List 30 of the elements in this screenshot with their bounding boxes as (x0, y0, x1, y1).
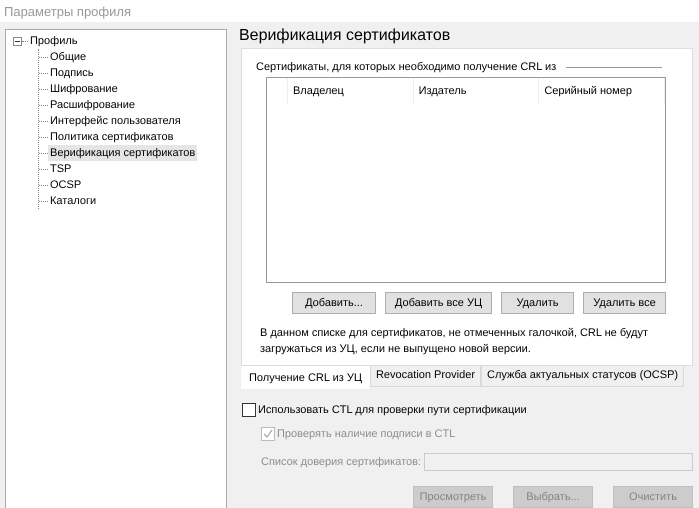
column-header[interactable]: Серийный номер (539, 78, 666, 104)
tree-item[interactable]: Профиль (28, 33, 80, 49)
checkbox[interactable] (242, 403, 256, 417)
tree-item[interactable]: Общие (48, 49, 88, 65)
window-title: Параметры профиля (4, 4, 131, 18)
action-button[interactable]: Добавить все УЦ (385, 292, 492, 314)
group-label: Сертификаты, для которых необходимо получение CRL из (256, 61, 556, 73)
field-label: Список доверия сертификатов: (261, 456, 422, 468)
action-button[interactable]: Удалить все (583, 292, 666, 314)
tree-item[interactable]: TSP (48, 161, 74, 177)
tab[interactable]: Служба актуальных статусов (OCSP) (481, 366, 684, 387)
note-text: В данном списке для сертификатов, не отмеченных галочкой, CRL не будут загружаться из УЦ, если не выпущено новой версии. (260, 326, 650, 357)
tab[interactable]: Получение CRL из УЦ (241, 366, 370, 389)
tree-item[interactable]: Каталоги (48, 193, 98, 209)
column-header[interactable]: Владелец (288, 78, 414, 104)
tree-item[interactable]: Политика сертификатов (48, 129, 176, 145)
page-heading: Верификация сертификатов (239, 27, 452, 46)
collapse-icon[interactable] (13, 36, 22, 46)
tab[interactable]: Revocation Provider (370, 366, 482, 387)
checkbox-label: Проверять наличие подписи в CTL (277, 428, 456, 440)
action-button[interactable]: Удалить (501, 292, 574, 314)
tree-item[interactable]: OCSP (48, 177, 84, 193)
action-button[interactable]: Добавить... (292, 292, 376, 314)
tree-item[interactable]: Подпись (48, 65, 96, 81)
tree-item[interactable]: Расшифрование (48, 97, 138, 113)
tree-item[interactable]: Верификация сертификатов (48, 145, 198, 161)
checkbox-label: Использовать CTL для проверки пути сертификации (258, 404, 527, 416)
tree-item[interactable]: Интерфейс пользователя (48, 113, 183, 129)
column-header[interactable]: Издатель (414, 78, 540, 104)
tree-item[interactable]: Шифрование (48, 81, 120, 97)
